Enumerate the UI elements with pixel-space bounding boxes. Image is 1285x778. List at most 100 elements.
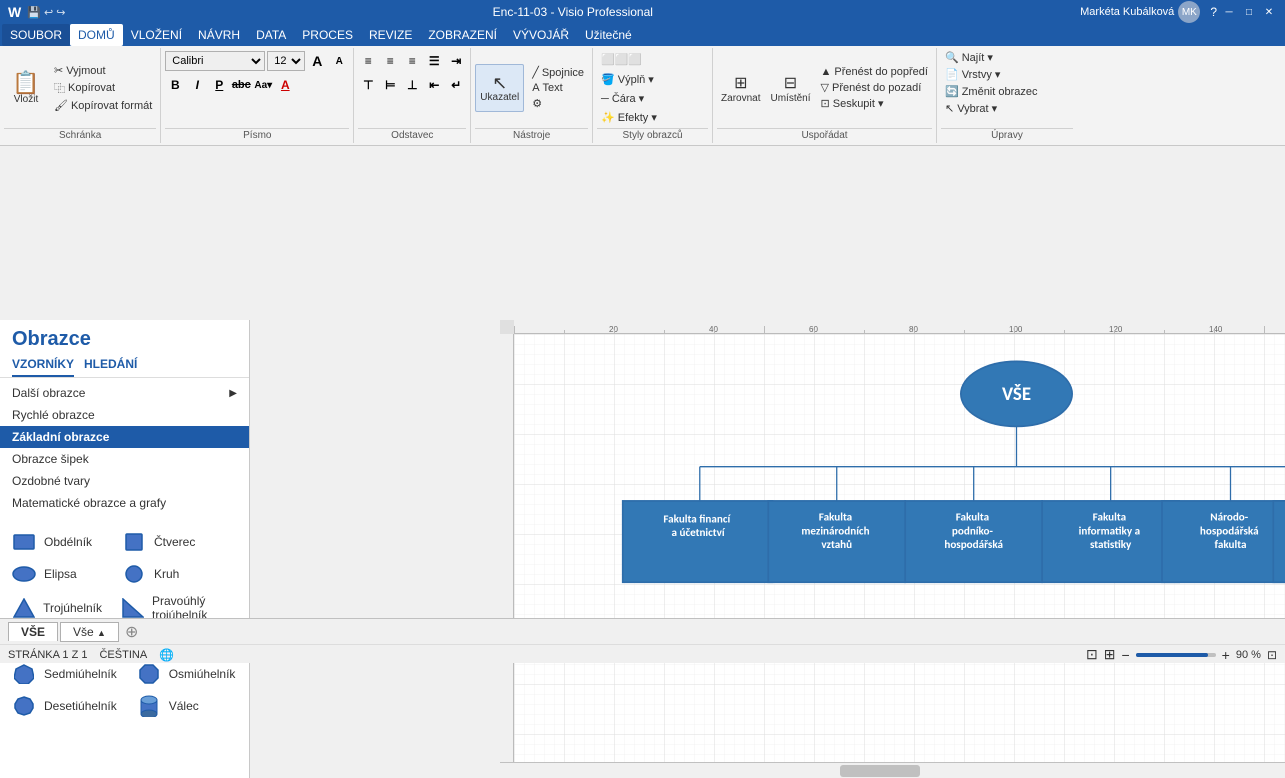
align-center-button[interactable]: ≡ [380, 51, 400, 71]
shape-circle[interactable]: Kruh [122, 562, 212, 586]
menu-revize[interactable]: REVIZE [361, 24, 420, 46]
cut-button[interactable]: ✂ Vyjmout [50, 63, 156, 78]
align-right-button[interactable]: ≡ [402, 51, 422, 71]
find-button[interactable]: 🔍 Najít ▾ [941, 50, 997, 65]
zoom-out-button[interactable]: − [1121, 647, 1129, 663]
font-size-select[interactable]: 12b [267, 51, 305, 71]
underline-button[interactable]: P [209, 75, 229, 95]
minimize-button[interactable]: ─ [1221, 4, 1237, 20]
quick-styles-button[interactable]: ⬜⬜⬜ [597, 52, 646, 67]
align-left-button[interactable]: ≡ [358, 51, 378, 71]
cursor-icon: ↖ [492, 74, 507, 92]
font-aa-button[interactable]: Aa▾ [253, 75, 273, 95]
zoom-bar[interactable] [1136, 653, 1216, 657]
sidebar-tabs: VZORNÍKY HLEDÁNÍ [0, 355, 249, 378]
shape-ellipse[interactable]: Elipsa [12, 562, 102, 586]
title-left: W 💾 ↩ ↪ [8, 4, 65, 20]
diagram-canvas[interactable]: VŠE Fakulta financí a účetnictví [514, 334, 1285, 762]
page-tab-vse2[interactable]: Vše ▲ [60, 622, 119, 642]
editing-label: Úpravy [941, 128, 1073, 141]
position-button[interactable]: ⊟ Umístění [767, 63, 815, 113]
page-tab-vse[interactable]: VŠE [8, 622, 58, 641]
sidebar-item-quick-shapes[interactable]: Rychlé obrazce [0, 404, 249, 426]
menu-vlozeni[interactable]: VLOŽENÍ [123, 24, 190, 46]
help-icon[interactable]: ? [1210, 5, 1217, 19]
group-font: Calibri 12b A A B I P abc Aa▾ A Pís [161, 48, 354, 143]
box6[interactable] [1273, 501, 1285, 582]
shape-heptagon[interactable]: Sedmiúhelník [12, 662, 117, 686]
shape-square[interactable]: Čtverec [122, 530, 212, 554]
menu-data[interactable]: DATA [248, 24, 294, 46]
bullet-list-button[interactable]: ☰ [424, 51, 444, 71]
connector-button[interactable]: ╱ Spojnice [528, 65, 588, 80]
add-page-button[interactable]: ⊕ [125, 622, 138, 642]
front-button[interactable]: ▲ Přenést do popředí [817, 65, 932, 79]
menu-domu[interactable]: DOMŮ [70, 24, 123, 46]
maximize-button[interactable]: □ [1241, 4, 1257, 20]
zoom-in-button[interactable]: + [1222, 647, 1230, 663]
align-middle-button[interactable]: ⊨ [380, 75, 400, 95]
status-bottom: STRÁNKA 1 Z 1 ČEŠTINA 🌐 ⊡ ⊞ − + 90 % ⊡ [0, 645, 1285, 664]
title-right: Markéta Kubálková MK ? ─ □ ✕ [1080, 1, 1277, 23]
tab-templates[interactable]: VZORNÍKY [12, 355, 74, 377]
layers-button[interactable]: 📄 Vrstvy ▾ [941, 67, 1004, 82]
strikethrough-button[interactable]: abc [231, 75, 251, 95]
shape-triangle[interactable]: Trojúhelník [12, 596, 102, 620]
menu-soubor[interactable]: SOUBOR [2, 24, 70, 46]
font-color-button[interactable]: A [275, 75, 295, 95]
align-bottom-button[interactable]: ⊥ [402, 75, 422, 95]
scroll-thumb-h[interactable] [840, 765, 920, 777]
shape-octagon[interactable]: Osmiúhelník [137, 662, 236, 686]
cursor-button[interactable]: ↖ Ukazatel [475, 64, 524, 112]
outdent-button[interactable]: ⇤ [424, 75, 444, 95]
sidebar-item-arrow-shapes[interactable]: Obrazce šipek [0, 448, 249, 470]
status-right: ⊡ ⊞ − + 90 % ⊡ [1086, 646, 1277, 663]
increase-font-button[interactable]: A [307, 51, 327, 71]
italic-button[interactable]: I [187, 75, 207, 95]
change-shape-button[interactable]: 🔄 Změnit obrazec [941, 84, 1042, 99]
line-button[interactable]: ─ Čára ▾ [597, 91, 648, 106]
sidebar-item-basic-shapes[interactable]: Základní obrazce [0, 426, 249, 448]
effects-button[interactable]: ✨ Efekty ▾ [597, 110, 661, 125]
menu-navrh[interactable]: NÁVRH [190, 24, 248, 46]
font-select[interactable]: Calibri [165, 51, 265, 71]
menu-proces[interactable]: PROCES [294, 24, 361, 46]
copy-format-button[interactable]: 🖌 Kopírovat formát [50, 98, 156, 113]
select-button[interactable]: ↖ Vybrat ▾ [941, 101, 1001, 116]
ruler-vertical [500, 334, 514, 762]
page-tabs: VŠE Vše ▲ ⊕ [0, 619, 1285, 645]
indent-button[interactable]: ⇥ [446, 51, 466, 71]
paragraph-settings-button[interactable]: ↵ [446, 75, 466, 95]
text-button[interactable]: A Text [528, 81, 588, 95]
fit-page-button[interactable]: ⊡ [1267, 648, 1277, 662]
view-page-icon[interactable]: ⊞ [1104, 646, 1116, 663]
menu-zobrazeni[interactable]: ZOBRAZENÍ [420, 24, 505, 46]
sidebar-item-more-shapes[interactable]: Další obrazce ▶ [0, 382, 249, 404]
close-button[interactable]: ✕ [1261, 4, 1277, 20]
paste-icon: 📋 [12, 72, 39, 94]
group-editing: 🔍 Najít ▾ 📄 Vrstvy ▾ 🔄 Změnit obrazec ↖ … [937, 48, 1077, 143]
tab-search[interactable]: HLEDÁNÍ [84, 355, 137, 377]
shape-rect[interactable]: Obdélník [12, 530, 102, 554]
zoom-percent[interactable]: 90 % [1236, 649, 1261, 661]
view-normal-icon[interactable]: ⊡ [1086, 646, 1098, 663]
decrease-font-button[interactable]: A [329, 51, 349, 71]
page-tab-arrow: ▲ [97, 628, 106, 638]
sidebar-item-math-shapes[interactable]: Matematické obrazce a grafy [0, 492, 249, 514]
tools-extra-button[interactable]: ⚙ [528, 96, 588, 111]
align-button[interactable]: ⊞ Zarovnat [717, 63, 764, 113]
back-button[interactable]: ▽ Přenést do pozadí [817, 80, 932, 95]
paste-button[interactable]: 📋 Vložit [4, 62, 48, 114]
bold-button[interactable]: B [165, 75, 185, 95]
scrollbar-horizontal[interactable] [500, 762, 1285, 778]
menu-uzitecne[interactable]: Užitečné [577, 24, 640, 46]
fill-button[interactable]: 🪣 Výplň ▾ [597, 72, 658, 87]
shape-cylinder[interactable]: Válec [137, 694, 227, 718]
shape-decagon[interactable]: Desetiúhelník [12, 694, 117, 718]
menu-vyvojar[interactable]: VÝVOJÁŘ [505, 24, 577, 46]
sidebar-item-decorative[interactable]: Ozdobné tvary [0, 470, 249, 492]
arrow-icon: ▶ [229, 388, 237, 399]
copy-button[interactable]: ⿻ Kopírovat [50, 79, 156, 97]
group-button[interactable]: ⊡ Seskupit ▾ [817, 96, 932, 111]
align-top-button[interactable]: ⊤ [358, 75, 378, 95]
